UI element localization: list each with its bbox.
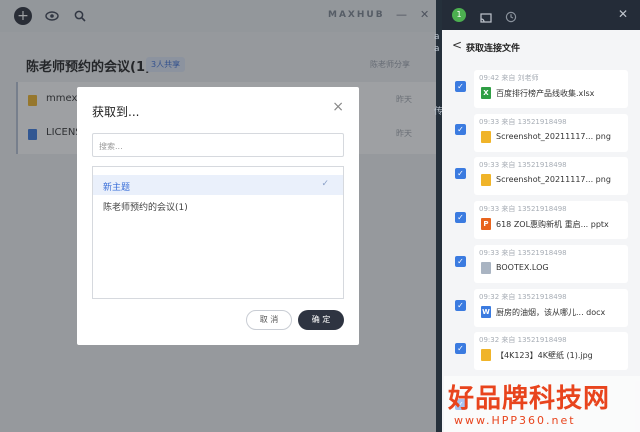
image-file-icon [481, 131, 491, 143]
panel-title: 获取连接文件 [466, 44, 521, 54]
list-item[interactable]: 09:42 来自 刘老师 X 百度排行榜产品线收集.xlsx [474, 70, 628, 108]
file-name: Screenshot_20211117... png [496, 175, 611, 184]
file-checkbox[interactable]: ✓ [455, 124, 466, 135]
cast-icon[interactable] [480, 9, 492, 28]
checkmark-icon: ✓ [321, 179, 329, 189]
history-icon[interactable] [505, 8, 517, 27]
site-watermark: 好品牌科技网 www.HPP360.net [444, 376, 640, 432]
back-icon[interactable]: < [452, 38, 462, 52]
list-item-new-topic[interactable]: 新主题 ✓ [93, 175, 343, 195]
file-meta: 09:32 来自 13521918498 [479, 293, 567, 301]
list-item-label: 陈老师预约的会议(1) [103, 203, 188, 213]
count-badge: 1 [452, 8, 466, 22]
topic-list: 新主题 ✓ 陈老师预约的会议(1) [92, 166, 344, 299]
file-name: BOOTEX.LOG [496, 263, 549, 272]
file-name: 【4K123】4K壁纸 (1).jpg [496, 351, 593, 360]
connect-files-panel: 1 ✕ < 获取连接文件 ✓ 09:42 来自 刘老师 X 百度排行榜产品线收集… [442, 0, 640, 432]
file-checkbox[interactable]: ✓ [455, 81, 466, 92]
list-item[interactable]: 09:33 来自 13521918498 Screenshot_20211117… [474, 114, 628, 152]
list-item[interactable]: 09:32 来自 13521918498 【4K123】4K壁纸 (1).jpg [474, 332, 628, 370]
image-file-icon [481, 174, 491, 186]
file-meta: 09:33 来自 13521918498 [479, 249, 567, 257]
file-checkbox[interactable]: ✓ [455, 343, 466, 354]
watermark-url: www.HPP360.net [454, 414, 576, 427]
image-file-icon [481, 349, 491, 361]
ppt-file-icon: P [481, 218, 491, 230]
search-input[interactable]: 搜索... [92, 133, 344, 157]
file-checkbox[interactable]: ✓ [455, 212, 466, 223]
file-meta: 09:42 来自 刘老师 [479, 74, 539, 82]
file-checkbox[interactable]: ✓ [455, 256, 466, 267]
word-file-icon: W [481, 306, 491, 318]
panel-toolbar: 1 ✕ [442, 0, 640, 30]
cancel-button[interactable]: 取 消 [246, 310, 292, 330]
dialog-title: 获取到... [92, 105, 140, 119]
file-meta: 09:33 来自 13521918498 [479, 118, 567, 126]
dialog-close-icon[interactable]: × [332, 99, 344, 115]
excel-file-icon: X [481, 87, 491, 99]
background-text: a [434, 32, 440, 42]
background-text: a [434, 44, 440, 54]
get-to-dialog: 获取到... × 搜索... 新主题 ✓ 陈老师预约的会议(1) 取 消 确 定 [77, 87, 359, 345]
file-name: Screenshot_20211117... png [496, 132, 611, 141]
confirm-button[interactable]: 确 定 [298, 310, 344, 330]
text-file-icon [481, 262, 491, 274]
file-name: 百度排行榜产品线收集.xlsx [496, 89, 595, 98]
file-meta: 09:33 来自 13521918498 [479, 205, 567, 213]
list-item-label: 新主题 [103, 183, 131, 193]
list-item[interactable]: 09:32 来自 13521918498 W 厨房的油烟，该从哪儿... doc… [474, 289, 628, 327]
file-name: 618 ZOL惠购新机 重启... pptx [496, 220, 609, 229]
file-meta: 09:32 来自 13521918498 [479, 336, 567, 344]
file-checkbox[interactable]: ✓ [455, 300, 466, 311]
file-checkbox[interactable]: ✓ [455, 168, 466, 179]
list-item-meeting[interactable]: 陈老师预约的会议(1) [93, 195, 343, 215]
panel-close-button[interactable]: ✕ [618, 7, 628, 21]
panel-header: < 获取连接文件 [442, 30, 640, 62]
list-item[interactable]: 09:33 来自 13521918498 P 618 ZOL惠购新机 重启...… [474, 201, 628, 239]
maxhub-window: + MAXHUB — ✕ 陈老师预约的会议(1) 3人共享 陈老师分享 mmex… [0, 0, 436, 432]
watermark-title: 好品牌科技网 [448, 384, 611, 414]
list-item[interactable]: 09:33 来自 13521918498 Screenshot_20211117… [474, 157, 628, 195]
list-item[interactable]: 09:33 来自 13521918498 BOOTEX.LOG [474, 245, 628, 283]
file-name: 厨房的油烟，该从哪儿... docx [496, 308, 606, 317]
file-meta: 09:33 来自 13521918498 [479, 161, 567, 169]
